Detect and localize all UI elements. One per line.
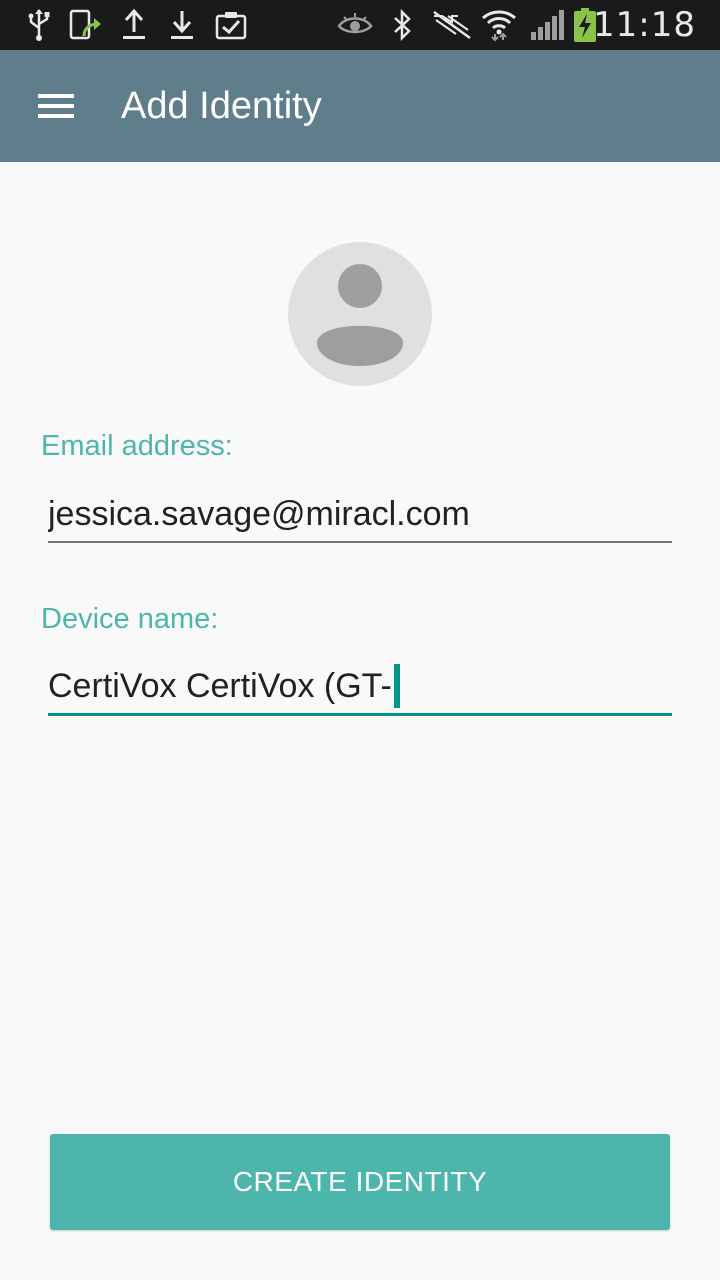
- text-cursor: [393, 664, 400, 708]
- email-field[interactable]: [48, 487, 672, 541]
- avatar[interactable]: [288, 242, 432, 386]
- email-label: Email address:: [41, 430, 233, 462]
- email-field-container: [48, 487, 672, 543]
- page-title: Add Identity: [121, 85, 322, 127]
- eye-icon: [336, 8, 374, 42]
- upload-icon: [120, 8, 148, 42]
- app-toolbar: Add Identity: [0, 50, 720, 162]
- screen-share-icon: [68, 8, 104, 42]
- status-clock: 11:18: [593, 5, 696, 45]
- usb-icon: [26, 8, 52, 42]
- hamburger-menu-icon[interactable]: [24, 80, 88, 132]
- device-name-label: Device name:: [41, 603, 219, 635]
- wifi-icon: [480, 8, 518, 42]
- device-name-field[interactable]: [48, 660, 672, 713]
- download-icon: [168, 8, 196, 42]
- default-user-avatar-icon: [317, 264, 403, 366]
- device-name-field-container: [48, 660, 672, 716]
- create-identity-button[interactable]: CREATE IDENTITY: [50, 1134, 670, 1230]
- signal-icon: [528, 8, 566, 42]
- bluetooth-icon: [390, 8, 416, 42]
- mute-icon: [430, 8, 474, 42]
- clipboard-check-icon: [214, 8, 248, 42]
- status-bar: 11:18: [0, 0, 720, 50]
